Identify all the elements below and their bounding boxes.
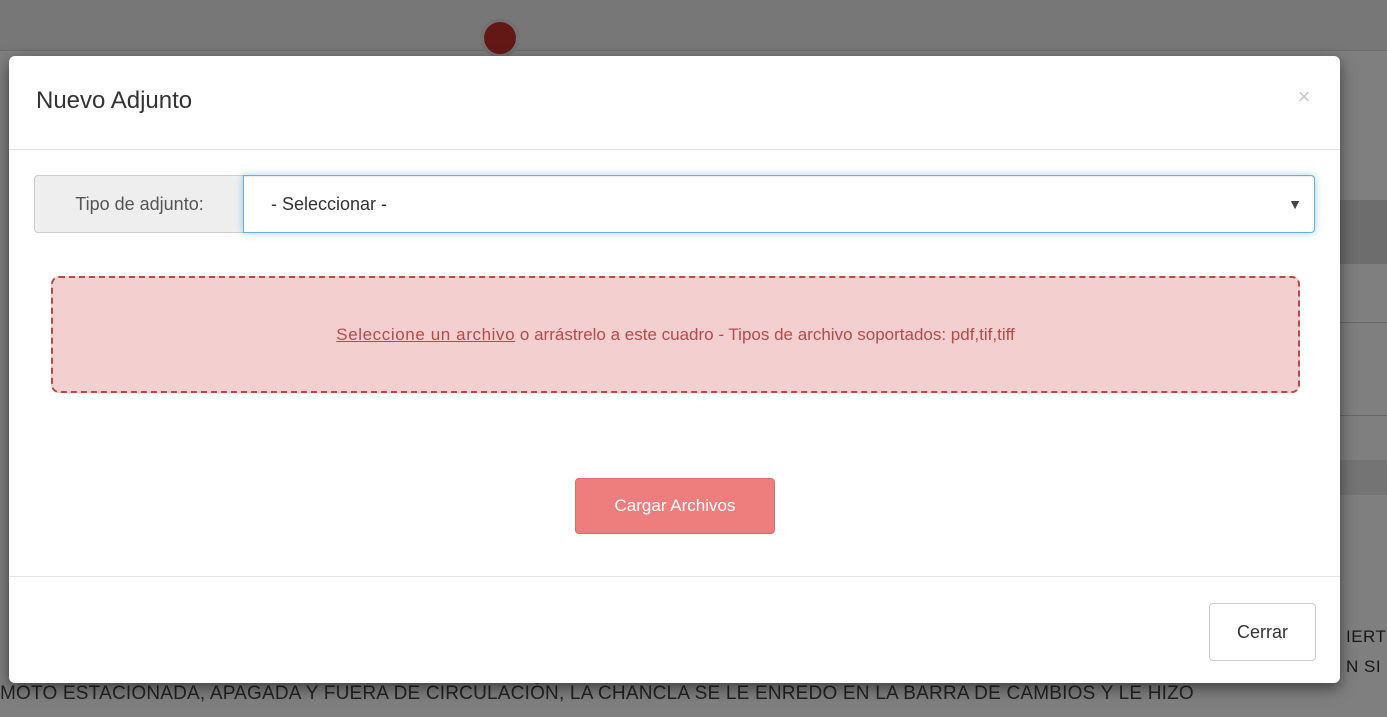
modal-title: Nuevo Adjunto: [36, 87, 193, 114]
dropzone-instructions: o arrástrelo a este cuadro - Tipos de ar…: [515, 325, 1015, 344]
select-file-link[interactable]: Seleccione un archivo: [336, 325, 515, 344]
modal-footer: Cerrar: [9, 576, 1340, 683]
attachment-type-label: Tipo de adjunto:: [34, 175, 244, 233]
close-button[interactable]: Cerrar: [1209, 603, 1316, 661]
attachment-type-select[interactable]: - Seleccionar - ▼: [243, 175, 1315, 233]
upload-files-button[interactable]: Cargar Archivos: [575, 478, 775, 534]
attachment-type-selected-value: - Seleccionar -: [271, 194, 388, 214]
attachment-type-group: Tipo de adjunto: - Seleccionar - ▼: [34, 175, 1315, 233]
file-dropzone[interactable]: Seleccione un archivo o arrástrelo a est…: [51, 276, 1300, 393]
close-icon[interactable]: ×: [1292, 82, 1316, 112]
modal-header: Nuevo Adjunto ×: [9, 56, 1340, 150]
new-attachment-modal: Nuevo Adjunto × Tipo de adjunto: - Selec…: [9, 56, 1340, 683]
caret-down-icon: ▼: [1288, 196, 1302, 212]
